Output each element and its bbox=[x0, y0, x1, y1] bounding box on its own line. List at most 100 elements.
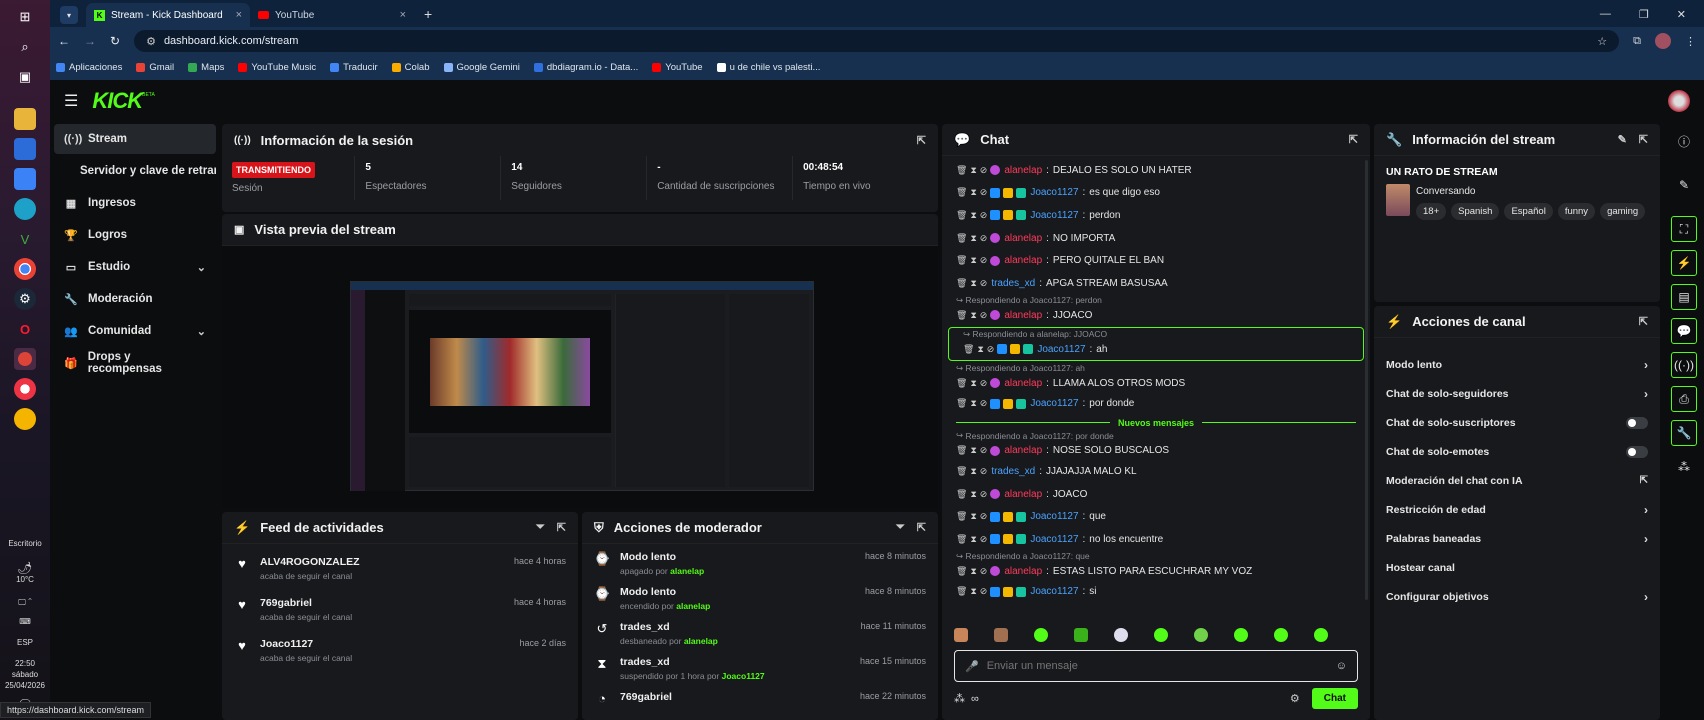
trash-icon[interactable]: 🗑 bbox=[956, 586, 967, 597]
channel-action-row[interactable]: Hostear canal bbox=[1374, 553, 1660, 582]
hourglass-icon[interactable]: ⧗ bbox=[970, 378, 976, 389]
chat-username[interactable]: alanelap bbox=[1004, 255, 1042, 266]
chat-send-button[interactable]: Chat bbox=[1311, 688, 1358, 709]
trash-icon[interactable]: 🗑 bbox=[956, 511, 967, 522]
trash-icon[interactable]: 🗑 bbox=[956, 165, 967, 176]
hourglass-icon[interactable]: ⧗ bbox=[970, 210, 976, 221]
trash-icon[interactable]: 🗑 bbox=[956, 255, 967, 266]
sidebar-item-drops[interactable]: 🎁 Drops y recompensas bbox=[54, 348, 216, 378]
hourglass-icon[interactable]: ⧗ bbox=[970, 466, 976, 477]
close-window-icon[interactable]: ✕ bbox=[1677, 8, 1686, 21]
tray-icons[interactable]: 🖵 ⌃ bbox=[18, 597, 32, 608]
bookmark-star-icon[interactable]: ☆ bbox=[1597, 35, 1607, 48]
channel-action-row[interactable]: Chat de solo-seguidores › bbox=[1374, 379, 1660, 408]
chat-message[interactable]: 🗑 ⧗ ⊘ alanelap: DEJALO ES SOLO UN HATER bbox=[942, 159, 1370, 182]
bookmark-item[interactable]: u de chile vs palesti... bbox=[716, 62, 820, 73]
ban-icon[interactable]: ⊘ bbox=[980, 511, 988, 522]
chat-message[interactable]: 🗑 ⧗ ⊘ alanelap: NO IMPORTA bbox=[942, 227, 1370, 250]
emoji-picker-icon[interactable]: ☺ bbox=[1336, 660, 1347, 672]
trash-icon[interactable]: 🗑 bbox=[956, 398, 967, 409]
emote-icon[interactable] bbox=[1234, 628, 1248, 642]
feed-user[interactable]: 769gabriel bbox=[260, 597, 504, 609]
trash-icon[interactable]: 🗑 bbox=[963, 344, 974, 355]
filter-icon[interactable]: ⏷ bbox=[536, 521, 545, 534]
hourglass-icon[interactable]: ⧗ bbox=[970, 278, 976, 289]
user-avatar[interactable] bbox=[1668, 90, 1690, 112]
quick-action-note-icon[interactable]: ▤ bbox=[1671, 284, 1697, 310]
quick-action-wrench-icon[interactable]: 🔧 bbox=[1671, 420, 1697, 446]
chevron-right-icon[interactable]: › bbox=[1644, 358, 1648, 372]
close-tab-icon[interactable]: × bbox=[400, 9, 406, 21]
chat-input[interactable] bbox=[986, 660, 1328, 672]
settings-gear-icon[interactable]: ⚙ bbox=[1290, 692, 1300, 705]
chat-username[interactable]: alanelap bbox=[1004, 566, 1042, 577]
stream-tag[interactable]: funny bbox=[1557, 203, 1596, 220]
stream-tag[interactable]: Spanish bbox=[1451, 203, 1500, 220]
url-field[interactable]: ⚙ dashboard.kick.com/stream ☆ bbox=[134, 30, 1620, 52]
windows-start-icon[interactable]: ⊞ bbox=[14, 6, 36, 28]
tab-youtube[interactable]: YouTube × bbox=[250, 3, 414, 27]
trash-icon[interactable]: 🗑 bbox=[956, 566, 967, 577]
info-icon[interactable]: ⓘ bbox=[1671, 128, 1697, 154]
quick-action-fullscreen-icon[interactable]: ⛶ bbox=[1671, 216, 1697, 242]
trash-icon[interactable]: 🗑 bbox=[956, 534, 967, 545]
sidebar-item-stream[interactable]: ((·)) Stream bbox=[54, 124, 216, 154]
emote-icon[interactable] bbox=[1154, 628, 1168, 642]
chat-username[interactable]: Joaco1127 bbox=[1030, 534, 1078, 545]
ban-icon[interactable]: ⊘ bbox=[980, 310, 988, 321]
keyboard-icon[interactable]: ⌨ bbox=[19, 616, 31, 627]
profile-avatar[interactable] bbox=[1655, 33, 1671, 49]
chat-username[interactable]: Joaco1127 bbox=[1037, 344, 1085, 355]
trash-icon[interactable]: 🗑 bbox=[956, 489, 967, 500]
channel-action-row[interactable]: Modo lento › bbox=[1374, 350, 1660, 379]
emote-icon[interactable] bbox=[1194, 628, 1208, 642]
emote-icon[interactable] bbox=[994, 628, 1008, 642]
chat-username[interactable]: alanelap bbox=[1004, 165, 1042, 176]
mod-action-by[interactable]: alanelap bbox=[676, 601, 710, 611]
filter-icon[interactable]: ⏷ bbox=[896, 521, 905, 534]
extensions-icon[interactable]: ⧉ bbox=[1633, 35, 1641, 48]
trash-icon[interactable]: 🗑 bbox=[956, 210, 967, 221]
chat-message[interactable]: 🗑 ⧗ ⊘ Joaco1127: que bbox=[942, 505, 1370, 528]
chat-scrollbar[interactable] bbox=[1365, 160, 1368, 600]
ban-icon[interactable]: ⊘ bbox=[980, 165, 988, 176]
hourglass-icon[interactable]: ⧗ bbox=[970, 398, 976, 409]
ban-icon[interactable]: ⊘ bbox=[980, 378, 988, 389]
edge-icon[interactable] bbox=[14, 198, 36, 220]
emote-icon[interactable] bbox=[1114, 628, 1128, 642]
chat-username[interactable]: alanelap bbox=[1004, 310, 1042, 321]
new-tab-button[interactable]: + bbox=[424, 6, 432, 22]
category-thumbnail[interactable] bbox=[1386, 184, 1410, 216]
task-view-icon[interactable]: ▣ bbox=[14, 66, 36, 88]
reload-icon[interactable]: ↻ bbox=[110, 34, 120, 48]
forward-icon[interactable]: → bbox=[84, 34, 96, 48]
channel-action-row[interactable]: Restricción de edad › bbox=[1374, 495, 1660, 524]
chat-message[interactable]: 🗑 ⧗ ⊘ alanelap: PERO QUITALE EL BAN bbox=[942, 249, 1370, 272]
edit-icon[interactable]: ✎ bbox=[1618, 133, 1627, 146]
chat-username[interactable]: alanelap bbox=[1004, 445, 1042, 456]
ban-icon[interactable]: ⊘ bbox=[980, 566, 988, 577]
emote-icon[interactable] bbox=[954, 628, 968, 642]
trash-icon[interactable]: 🗑 bbox=[956, 233, 967, 244]
channel-action-row[interactable]: Chat de solo-suscriptores bbox=[1374, 408, 1660, 437]
app-icon[interactable] bbox=[14, 378, 36, 400]
ban-icon[interactable]: ⊘ bbox=[980, 210, 988, 221]
chat-username[interactable]: Joaco1127 bbox=[1030, 210, 1078, 221]
trash-icon[interactable]: 🗑 bbox=[956, 278, 967, 289]
channel-action-row[interactable]: Chat de solo-emotes bbox=[1374, 437, 1660, 466]
quick-action-broadcast-icon[interactable]: ((·)) bbox=[1671, 352, 1697, 378]
ban-icon[interactable]: ⊘ bbox=[980, 466, 988, 477]
chat-message[interactable]: 🗑 ⧗ ⊘ Joaco1127: si bbox=[942, 581, 1370, 604]
channel-action-row[interactable]: Palabras baneadas › bbox=[1374, 524, 1660, 553]
emote-icon[interactable] bbox=[1074, 628, 1088, 642]
trash-icon[interactable]: 🗑 bbox=[956, 310, 967, 321]
bookmark-item[interactable]: YouTube Music bbox=[238, 62, 316, 73]
hourglass-icon[interactable]: ⧗ bbox=[970, 165, 976, 176]
bookmark-item[interactable]: Gmail bbox=[136, 62, 174, 73]
chat-username[interactable]: trades_xd bbox=[991, 466, 1035, 477]
hourglass-icon[interactable]: ⧗ bbox=[970, 534, 976, 545]
chat-message[interactable]: ↪ Respondiendo a Joaco1127: perdon 🗑 ⧗ ⊘ ala… bbox=[942, 295, 1370, 325]
hourglass-icon[interactable]: ⧗ bbox=[970, 255, 976, 266]
chat-messages[interactable]: 🗑 ⧗ ⊘ alanelap: DEJALO ES SOLO UN HATER 🗑 ⧗ ⊘ J… bbox=[942, 156, 1370, 626]
mod-action-by[interactable]: alanelap bbox=[670, 566, 704, 576]
